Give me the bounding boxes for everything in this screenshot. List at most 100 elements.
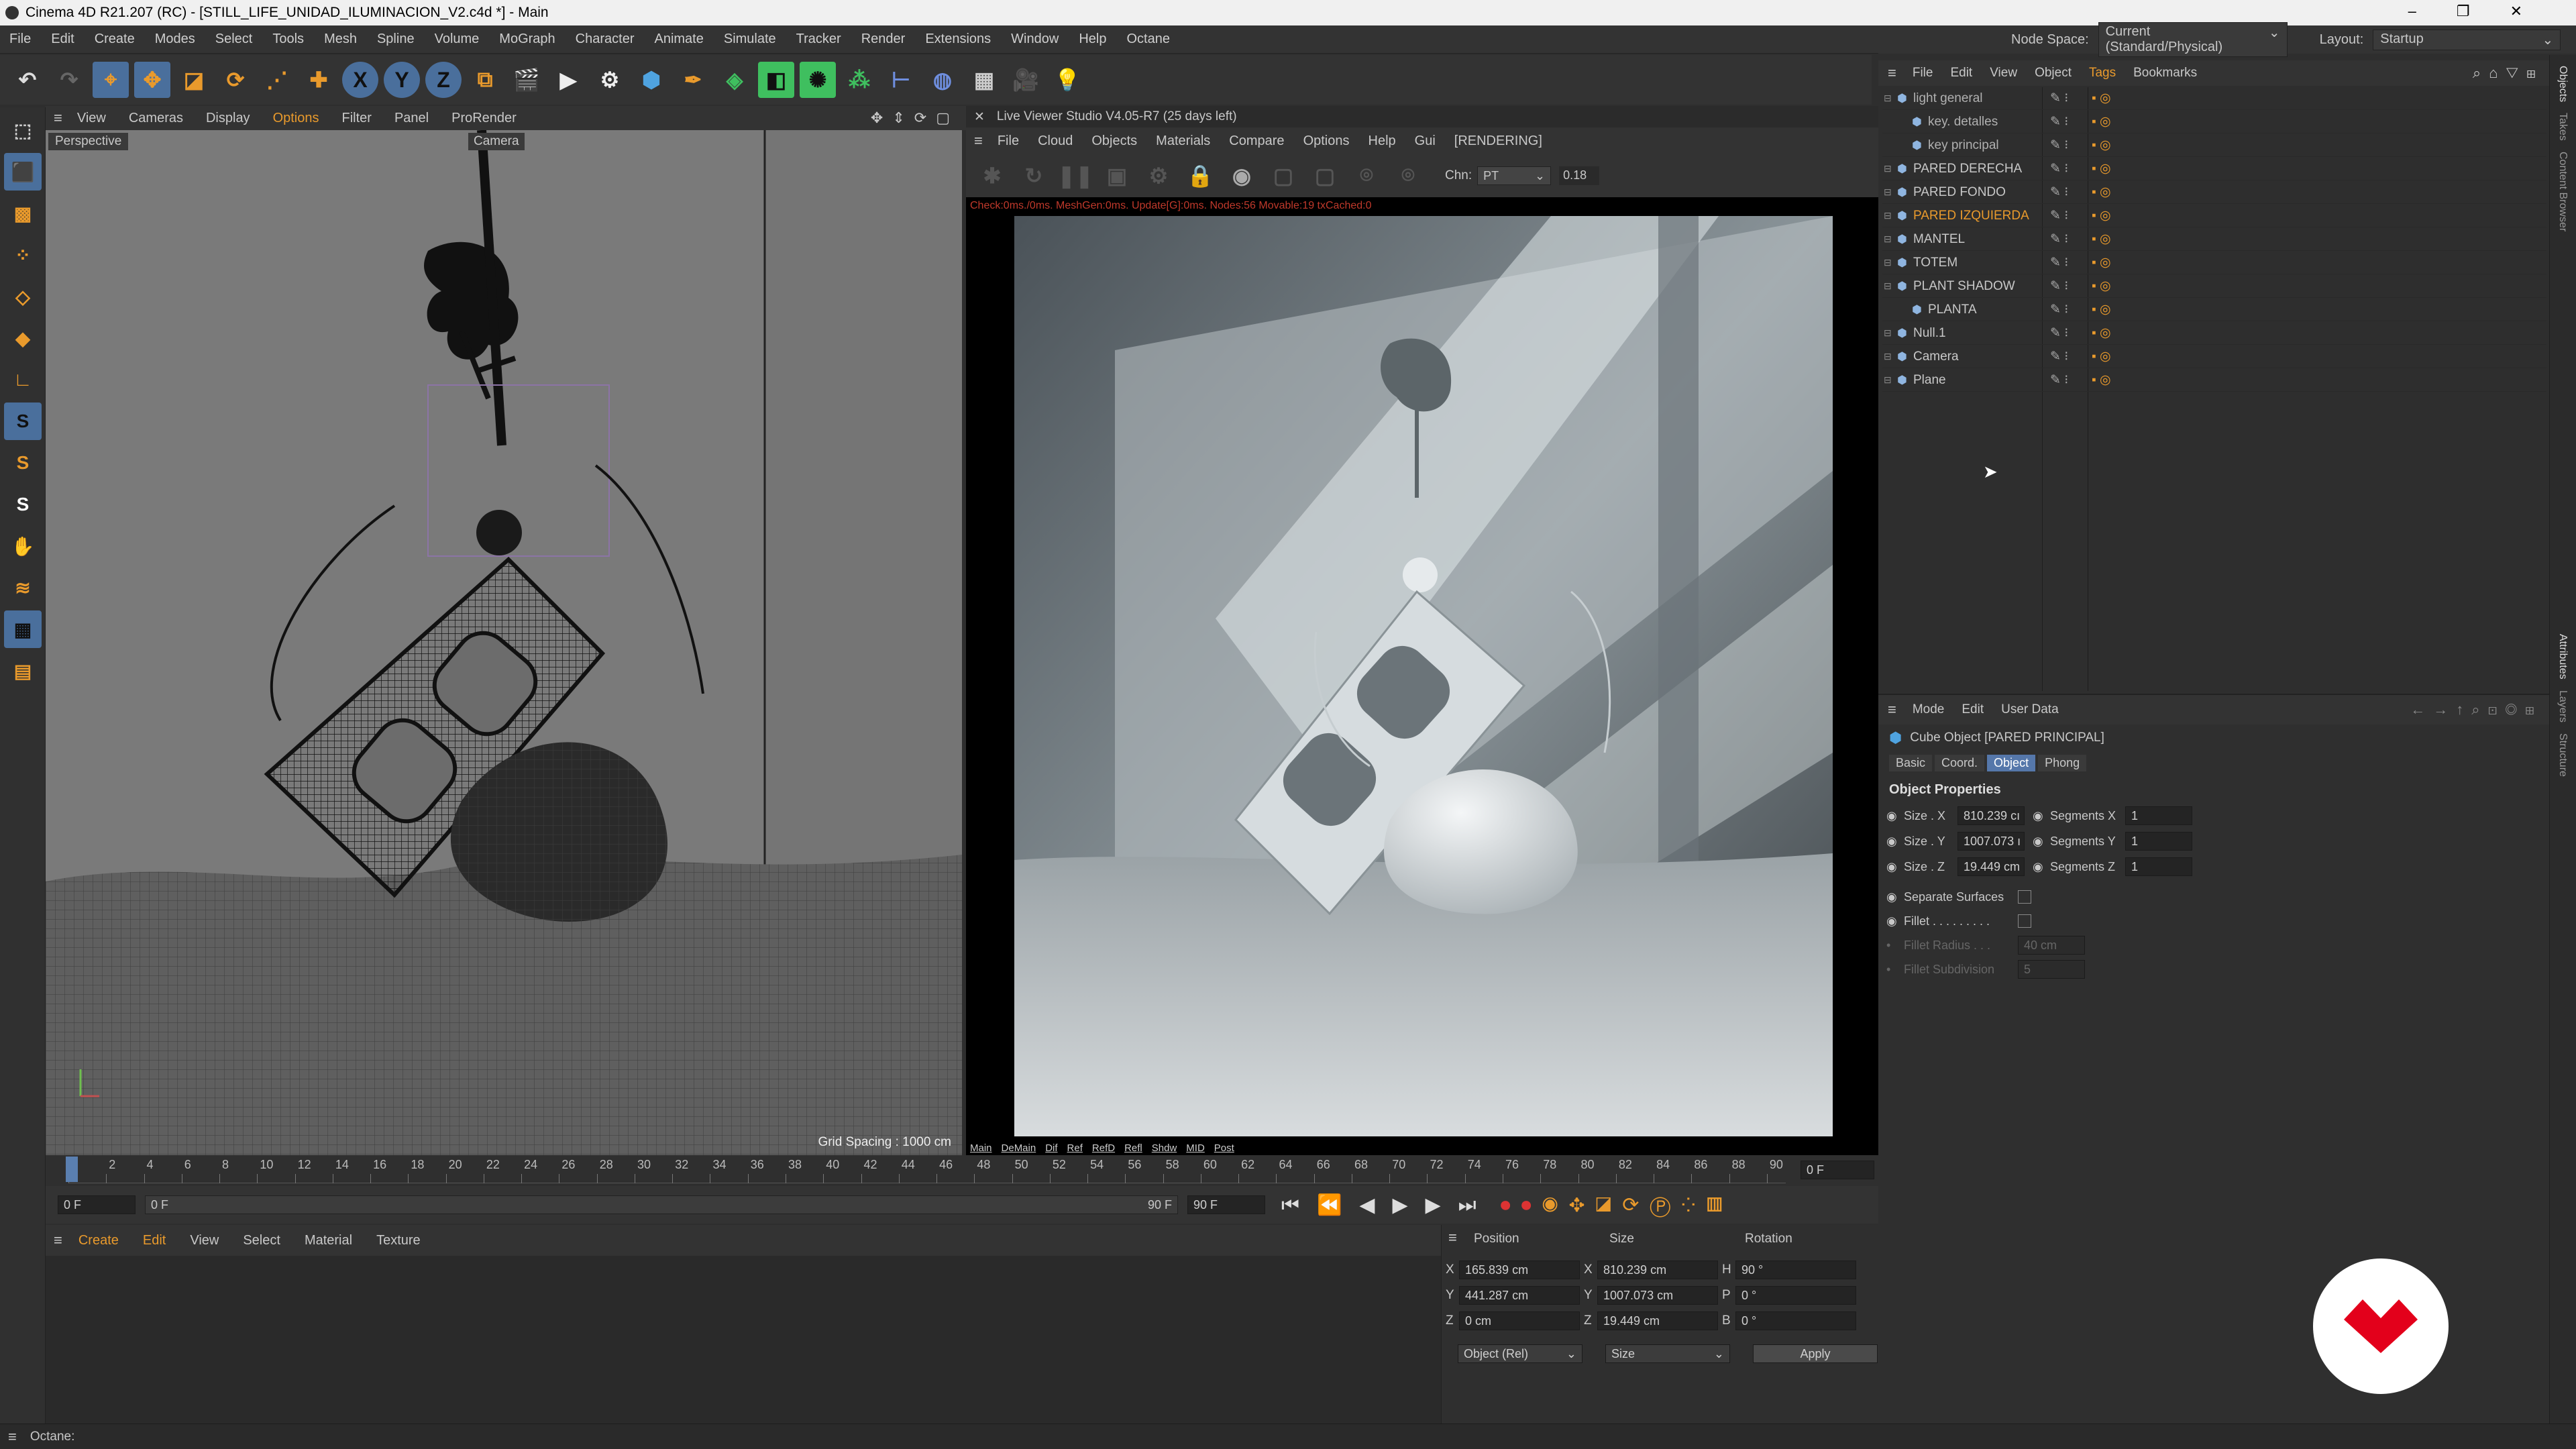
floor-icon[interactable]: ▦ bbox=[966, 62, 1002, 98]
keyframe-radio-icon[interactable]: ◉ bbox=[1886, 860, 1904, 874]
tag-icons[interactable]: ▪ ◎ bbox=[2086, 302, 2111, 317]
rotation-p-field[interactable]: 0 ° bbox=[1735, 1286, 1856, 1305]
texture-mode-icon[interactable]: ▩ bbox=[4, 195, 42, 232]
tag-icons[interactable]: ▪ ◎ bbox=[2086, 184, 2111, 200]
lv-menu-options[interactable]: Options bbox=[1303, 133, 1350, 149]
object-row[interactable]: ⊟ ⬢ MANTEL ✎ ⁝ ▪ ◎ bbox=[1882, 228, 2546, 251]
fillet-checkbox[interactable] bbox=[2018, 914, 2031, 928]
tab-coord[interactable]: Coord. bbox=[1935, 754, 1985, 771]
object-row[interactable]: ⊟ ⬢ PARED DERECHA ✎ ⁝ ▪ ◎ bbox=[1882, 158, 2546, 180]
menu-tracker[interactable]: Tracker bbox=[796, 32, 841, 47]
segments-z-input[interactable]: 1 bbox=[2125, 857, 2192, 876]
home-icon[interactable]: ⌂ bbox=[2489, 64, 2506, 81]
snap-icon[interactable]: S bbox=[4, 402, 42, 440]
keyframe-radio-icon[interactable]: ◉ bbox=[1886, 914, 1904, 928]
object-name[interactable]: Plane bbox=[1913, 373, 2041, 388]
stop-icon[interactable]: ▣ bbox=[1099, 158, 1135, 194]
attr-menu-edit[interactable]: Edit bbox=[1962, 702, 1984, 717]
menu-volume[interactable]: Volume bbox=[435, 32, 480, 47]
size-x-input[interactable]: 810.239 cı bbox=[1957, 806, 2025, 825]
send-scene-icon[interactable]: ✱ bbox=[974, 158, 1010, 194]
tab-phong[interactable]: Phong bbox=[2038, 754, 2087, 771]
layout-select[interactable]: Startup ⌄ bbox=[2373, 29, 2561, 50]
undo-icon[interactable]: ↶ bbox=[9, 62, 46, 98]
object-row[interactable]: ⊟ ⬢ PLANT SHADOW ✎ ⁝ ▪ ◎ bbox=[1882, 275, 2546, 298]
object-name[interactable]: key. detalles bbox=[1928, 115, 2041, 129]
object-name[interactable]: PARED FONDO bbox=[1913, 185, 2041, 200]
side-tab-objects[interactable]: Objects bbox=[2557, 66, 2569, 102]
menu-mesh[interactable]: Mesh bbox=[324, 32, 357, 47]
tag-icons[interactable]: ▪ ◎ bbox=[2086, 161, 2111, 176]
visibility-toggle-icon[interactable]: ✎ ⁝ bbox=[2041, 302, 2086, 317]
tag-icons[interactable]: ▪ ◎ bbox=[2086, 91, 2111, 106]
keyframe-radio-icon[interactable]: ◉ bbox=[2033, 809, 2050, 823]
pen-icon[interactable]: ✒ bbox=[675, 62, 711, 98]
scale-icon[interactable]: ◪ bbox=[176, 62, 212, 98]
object-name[interactable]: Null.1 bbox=[1913, 326, 2041, 341]
record-icon[interactable]: ⏺ bbox=[1501, 1194, 1521, 1216]
object-row[interactable]: ⊟ ⬢ Null.1 ✎ ⁝ ▪ ◎ bbox=[1882, 322, 2546, 345]
extrude-icon[interactable]: ◧ bbox=[758, 62, 794, 98]
rotation-h-field[interactable]: 90 ° bbox=[1735, 1260, 1856, 1279]
hamburger-icon[interactable]: ≡ bbox=[1448, 1229, 1457, 1246]
playback-controls[interactable]: ⏮⏪◀▶▶⏭ bbox=[1281, 1193, 1494, 1217]
keyframe-radio-icon[interactable]: ◉ bbox=[2033, 835, 2050, 849]
restart-icon[interactable]: ↻ bbox=[1016, 158, 1052, 194]
menu-file[interactable]: File bbox=[9, 32, 31, 47]
lock-icon[interactable]: 🔒 bbox=[1182, 158, 1218, 194]
lv-menu-objects[interactable]: Objects bbox=[1091, 133, 1137, 149]
object-name[interactable]: PARED IZQUIERDA bbox=[1913, 209, 2041, 223]
viewport-menu-panel[interactable]: Panel bbox=[394, 111, 429, 126]
target-icon[interactable]: ◎ bbox=[2506, 701, 2525, 718]
object-manager-icons[interactable]: ⌕⌂▽⊞ bbox=[2473, 64, 2544, 82]
tag-icons[interactable]: ▪ ◎ bbox=[2086, 114, 2111, 129]
timeline-ruler[interactable]: 0246810121416182022242628303234363840424… bbox=[68, 1157, 1786, 1183]
position-y-field[interactable]: 441.287 cm bbox=[1459, 1286, 1580, 1305]
live-viewer-render[interactable]: Check:0ms./0ms. MeshGen:0ms. Update[G]:0… bbox=[966, 197, 1878, 1155]
attr-menu-mode[interactable]: Mode bbox=[1913, 702, 1945, 717]
render-view-icon[interactable]: 🎬 bbox=[508, 62, 545, 98]
viewport-nav-icons[interactable]: ✥⇕⟳▢ bbox=[871, 109, 959, 127]
expand-toggle-icon[interactable]: ⊟ bbox=[1884, 351, 1897, 362]
material-ball-icon[interactable]: ◉ bbox=[1224, 158, 1260, 194]
visibility-toggle-icon[interactable]: ✎ ⁝ bbox=[2041, 114, 2086, 129]
cube-icon[interactable]: ⬢ bbox=[633, 62, 669, 98]
expand-toggle-icon[interactable]: ⊟ bbox=[1884, 327, 1897, 339]
visibility-toggle-icon[interactable]: ✎ ⁝ bbox=[2041, 255, 2086, 270]
mat-menu-edit[interactable]: Edit bbox=[143, 1233, 166, 1248]
segments-x-input[interactable]: 1 bbox=[2125, 806, 2192, 825]
y-axis-icon[interactable]: Y bbox=[384, 62, 420, 98]
object-tree[interactable]: ⊟ ⬢ light general ✎ ⁝ ▪ ◎ ⬢ key. detalles ✎ ⁝ ▪ … bbox=[1882, 87, 2546, 691]
viewport-menu-view[interactable]: View bbox=[77, 111, 106, 126]
expand-toggle-icon[interactable]: ⊟ bbox=[1884, 186, 1897, 198]
hamburger-icon[interactable]: ≡ bbox=[54, 109, 62, 127]
keyframe-radio-icon[interactable]: ◉ bbox=[1886, 809, 1904, 823]
pass-mid[interactable]: MID bbox=[1186, 1142, 1205, 1154]
expand-toggle-icon[interactable]: ⊟ bbox=[1884, 163, 1897, 174]
visibility-toggle-icon[interactable]: ✎ ⁝ bbox=[2041, 161, 2086, 176]
menu-octane[interactable]: Octane bbox=[1126, 32, 1169, 47]
separate-surfaces-checkbox[interactable] bbox=[2018, 890, 2031, 904]
end-frame-field[interactable]: 90 F bbox=[1187, 1195, 1265, 1214]
gamma-field[interactable]: 0.18 bbox=[1559, 166, 1600, 185]
object-row[interactable]: ⊟ ⬢ light general ✎ ⁝ ▪ ◎ bbox=[1882, 87, 2546, 110]
menu-character[interactable]: Character bbox=[576, 32, 635, 47]
parameter-key-icon[interactable]: Ⓟ bbox=[1650, 1194, 1681, 1216]
side-tab-layers[interactable]: Layers bbox=[2557, 690, 2569, 722]
camera-icon[interactable]: 🎥 bbox=[1008, 62, 1044, 98]
mograph-icon[interactable]: ⁂ bbox=[841, 62, 877, 98]
forward-arrow-icon[interactable]: → bbox=[2433, 701, 2456, 718]
tag-icons[interactable]: ▪ ◎ bbox=[2086, 231, 2111, 247]
object-row[interactable]: ⊟ ⬢ TOTEM ✎ ⁝ ▪ ◎ bbox=[1882, 252, 2546, 274]
next-frame-icon[interactable]: ▶ bbox=[1426, 1194, 1458, 1216]
coord-mode-select[interactable]: Object (Rel) ⌄ bbox=[1458, 1344, 1582, 1363]
tag-icons[interactable]: ▪ ◎ bbox=[2086, 372, 2111, 388]
menu-select[interactable]: Select bbox=[215, 32, 253, 47]
z-axis-icon[interactable]: Z bbox=[425, 62, 462, 98]
prev-key-icon[interactable]: ⏪ bbox=[1317, 1194, 1359, 1216]
object-row[interactable]: ⬢ PLANTA ✎ ⁝ ▪ ◎ bbox=[1882, 299, 2546, 321]
material-list[interactable] bbox=[46, 1256, 1441, 1424]
window-controls[interactable]: –❐✕ bbox=[2408, 3, 2563, 20]
side-tab-takes[interactable]: Takes bbox=[2557, 113, 2569, 141]
size-mode-select[interactable]: Size ⌄ bbox=[1605, 1344, 1730, 1363]
